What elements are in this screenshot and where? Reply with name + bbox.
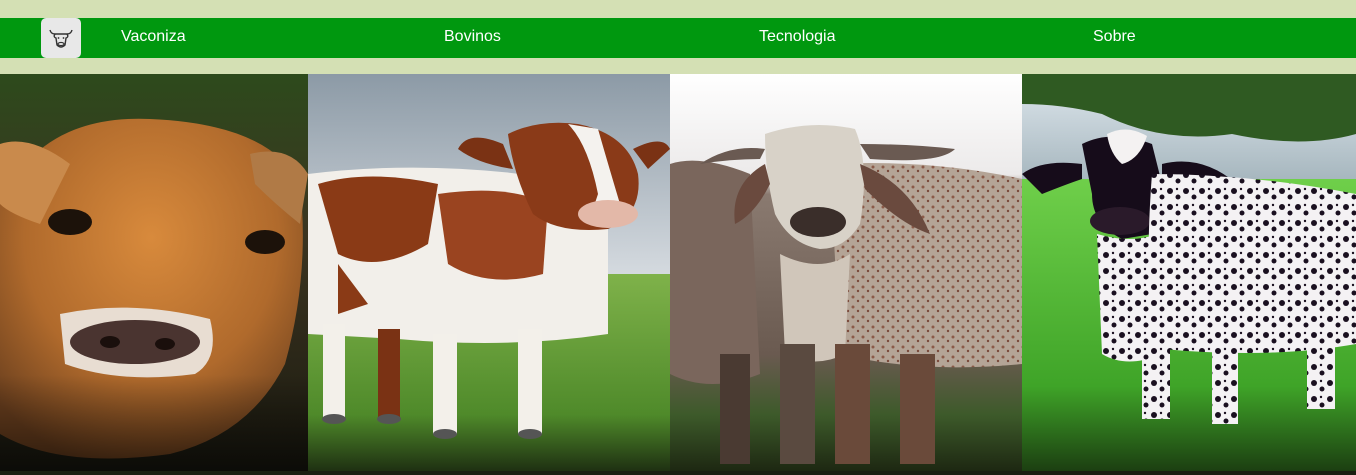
top-navbar: Vaconiza Bovinos Tecnologia Sobre bbox=[0, 18, 1356, 58]
jersey-cow-photo bbox=[0, 74, 308, 475]
gir-cow-photo bbox=[670, 74, 1022, 475]
nav-link-bovinos[interactable]: Bovinos bbox=[444, 18, 501, 58]
nav-link-sobre[interactable]: Sobre bbox=[1093, 18, 1136, 58]
gallery-bottom-edge bbox=[0, 471, 1356, 475]
black-white-spotted-cow-photo bbox=[1022, 74, 1356, 475]
nav-link-vaconiza[interactable]: Vaconiza bbox=[121, 18, 186, 58]
mid-band bbox=[0, 58, 1356, 74]
cattle-photo-gallery bbox=[0, 74, 1356, 475]
cow-head-icon bbox=[49, 29, 73, 48]
logo-button[interactable] bbox=[41, 18, 81, 58]
nav-link-tecnologia[interactable]: Tecnologia bbox=[759, 18, 836, 58]
red-white-holstein-photo bbox=[308, 74, 670, 475]
top-band bbox=[0, 0, 1356, 18]
